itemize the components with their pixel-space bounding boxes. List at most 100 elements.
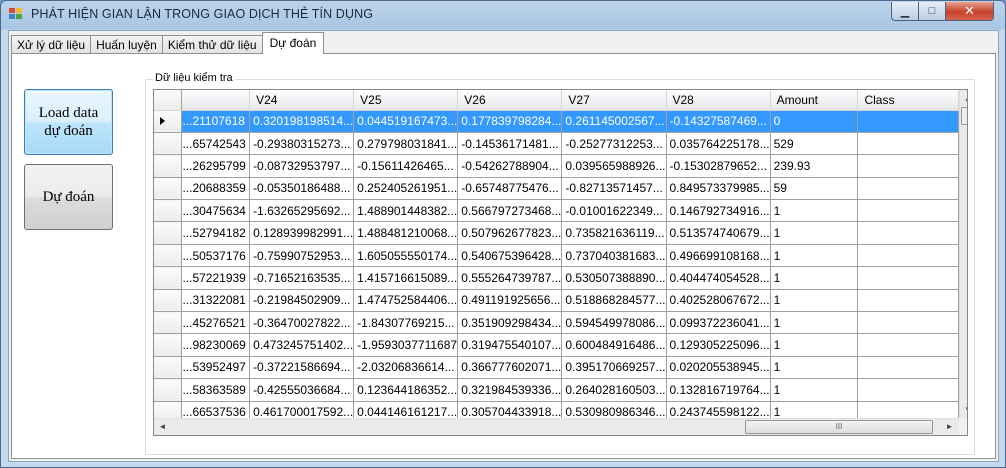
- table-cell[interactable]: -0.15302879652...: [666, 154, 771, 178]
- table-row[interactable]: 20688359... -0.05350186488... 0.2524052619…: [154, 177, 959, 201]
- table-cell[interactable]: 0.404474054528...: [666, 266, 771, 290]
- table-cell[interactable]: -0.42555036684...: [249, 378, 355, 402]
- column-header-v26[interactable]: V26: [457, 90, 563, 111]
- scroll-right-icon[interactable]: ►: [941, 419, 958, 435]
- table-cell[interactable]: 0.566797273468...: [457, 199, 563, 223]
- table-cell[interactable]: 0.737040381683...: [561, 244, 667, 268]
- table-cell[interactable]: 1: [770, 266, 859, 290]
- vertical-scrollbar[interactable]: ▲ ▼: [959, 90, 967, 418]
- table-cell[interactable]: -0.08732953797...: [249, 154, 355, 178]
- column-header-v24[interactable]: V24: [249, 90, 355, 111]
- table-cell[interactable]: -0.29380315273...: [249, 132, 355, 156]
- row-header[interactable]: [154, 110, 183, 133]
- table-cell[interactable]: 0.473245751402...: [249, 333, 355, 357]
- table-cell[interactable]: 0.513574740679...: [666, 221, 771, 245]
- row-header[interactable]: [154, 378, 183, 402]
- table-cell[interactable]: -1.63265295692...: [249, 199, 355, 223]
- horizontal-scrollbar[interactable]: ◄ III ►: [154, 418, 959, 435]
- table-row[interactable]: 53952497... -0.37221586694... -2.032068366…: [154, 356, 959, 380]
- table-cell[interactable]: 1.488481210068...: [353, 221, 459, 245]
- row-header[interactable]: [154, 154, 183, 178]
- table-cell[interactable]: 529: [770, 132, 859, 156]
- table-cell[interactable]: [857, 311, 959, 335]
- table-cell[interactable]: 1: [770, 333, 859, 357]
- row-header[interactable]: [154, 333, 183, 357]
- table-cell[interactable]: 0.351909298434...: [457, 311, 563, 335]
- table-cell[interactable]: -1.84307769215...: [353, 311, 459, 335]
- table-cell[interactable]: 1: [770, 311, 859, 335]
- table-cell[interactable]: 98230069...: [181, 333, 251, 357]
- table-cell[interactable]: [857, 244, 959, 268]
- close-button[interactable]: ✕: [945, 2, 994, 21]
- table-cell[interactable]: 1.605055550174...: [353, 244, 459, 268]
- tab-kiem-thu-du-lieu[interactable]: Kiểm thử dữ liệu: [161, 35, 263, 54]
- scroll-up-icon[interactable]: ▲: [960, 90, 967, 107]
- table-cell[interactable]: 58363589...: [181, 378, 251, 402]
- table-row[interactable]: 31322081... -0.21984502909... 1.4747525844…: [154, 289, 959, 313]
- table-cell[interactable]: 0.555264739787...: [457, 266, 563, 290]
- table-cell[interactable]: 0.320198198514...: [249, 110, 355, 133]
- row-header[interactable]: [154, 266, 183, 290]
- row-header[interactable]: [154, 244, 183, 268]
- table-cell[interactable]: 0.402528067672...: [666, 289, 771, 313]
- row-header[interactable]: [154, 289, 183, 313]
- table-row[interactable]: 52794182... 0.128939982991... 1.4884812100…: [154, 221, 959, 245]
- table-cell[interactable]: 0.039565988926...: [561, 154, 667, 178]
- table-cell[interactable]: 0.099372236041...: [666, 311, 771, 335]
- table-cell[interactable]: -1.9593037711687: [353, 333, 459, 357]
- table-cell[interactable]: 59: [770, 177, 859, 201]
- table-cell[interactable]: 0.132816719764...: [666, 378, 771, 402]
- row-header[interactable]: [154, 356, 183, 380]
- table-cell[interactable]: -0.05350186488...: [249, 177, 355, 201]
- column-header-v23[interactable]: [181, 90, 251, 111]
- table-cell[interactable]: [857, 199, 959, 223]
- table-row[interactable]: 45276521... -0.36470027822... -1.843077692…: [154, 311, 959, 335]
- data-grid[interactable]: V24 V25 V26 V27 V28 Amount Class 2110761…: [153, 89, 968, 436]
- table-cell[interactable]: 0.518868284577...: [561, 289, 667, 313]
- table-cell[interactable]: 0.491191925656...: [457, 289, 563, 313]
- table-cell[interactable]: -0.15611426465...: [353, 154, 459, 178]
- table-row[interactable]: 58363589... -0.42555036684... 0.1236441863…: [154, 378, 959, 402]
- table-cell[interactable]: -0.25277312253...: [561, 132, 667, 156]
- tab-du-doan[interactable]: Dự đoán: [261, 32, 325, 54]
- table-row[interactable]: 26295799... -0.08732953797... -0.156114264…: [154, 154, 959, 178]
- table-cell[interactable]: 0.530980986346...: [561, 401, 667, 418]
- table-cell[interactable]: 0.123644186352...: [353, 378, 459, 402]
- table-cell[interactable]: 1: [770, 378, 859, 402]
- table-cell[interactable]: 1: [770, 221, 859, 245]
- table-cell[interactable]: 0.044519167473...: [353, 110, 459, 133]
- table-cell[interactable]: -0.54262788904...: [457, 154, 563, 178]
- table-cell[interactable]: [857, 154, 959, 178]
- table-cell[interactable]: -2.03206836614...: [353, 356, 459, 380]
- table-cell[interactable]: 0.020205538945...: [666, 356, 771, 380]
- minimize-button[interactable]: ▁: [891, 2, 919, 21]
- table-cell[interactable]: -0.36470027822...: [249, 311, 355, 335]
- row-header[interactable]: [154, 199, 183, 223]
- table-cell[interactable]: 0.146792734916...: [666, 199, 771, 223]
- table-cell[interactable]: 0.849573379985...: [666, 177, 771, 201]
- table-cell[interactable]: 0.129305225096...: [666, 333, 771, 357]
- table-cell[interactable]: 0.366777602071...: [457, 356, 563, 380]
- table-cell[interactable]: 31322081...: [181, 289, 251, 313]
- table-cell[interactable]: 0.243745598122...: [666, 401, 771, 418]
- table-row[interactable]: 65742543... -0.29380315273... 0.2797980318…: [154, 132, 959, 156]
- table-cell[interactable]: 66537536...: [181, 401, 251, 418]
- table-cell[interactable]: 1.488901448382...: [353, 199, 459, 223]
- table-cell[interactable]: 0.044146161217...: [353, 401, 459, 418]
- table-cell[interactable]: 0: [770, 110, 859, 133]
- table-cell[interactable]: -0.14327587469...: [666, 110, 771, 133]
- row-header[interactable]: [154, 221, 183, 245]
- table-cell[interactable]: 1: [770, 199, 859, 223]
- table-row[interactable]: 50537176... -0.75990752953... 1.6050555501…: [154, 244, 959, 268]
- table-cell[interactable]: -0.37221586694...: [249, 356, 355, 380]
- maximize-button[interactable]: □: [918, 2, 946, 21]
- tab-xu-ly-du-lieu[interactable]: Xử lý dữ liệu: [11, 35, 92, 54]
- column-header-class[interactable]: Class: [857, 90, 959, 111]
- table-cell[interactable]: 0.530507388890...: [561, 266, 667, 290]
- table-cell[interactable]: 0.128939982991...: [249, 221, 355, 245]
- table-cell[interactable]: 0.507962677823...: [457, 221, 563, 245]
- table-cell[interactable]: 50537176...: [181, 244, 251, 268]
- row-header[interactable]: [154, 401, 183, 418]
- table-cell[interactable]: 0.735821636119...: [561, 221, 667, 245]
- table-cell[interactable]: 1.415716615089...: [353, 266, 459, 290]
